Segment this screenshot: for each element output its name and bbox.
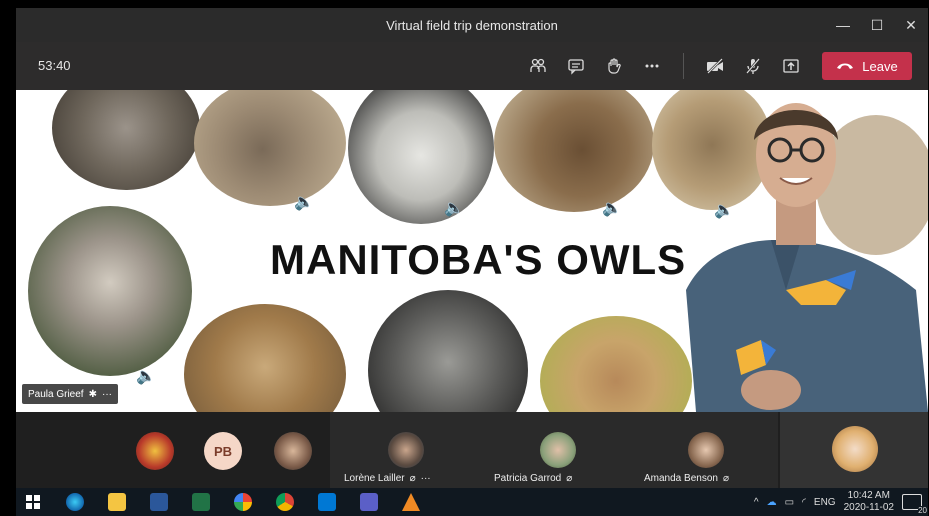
hand-icon	[608, 58, 621, 74]
avatar-initials: PB	[213, 443, 233, 459]
notification-count: 20	[918, 506, 927, 515]
wifi-icon[interactable]: ◜	[802, 497, 806, 508]
meeting-toolbar: 53:40 Leave	[16, 42, 928, 90]
vlc-icon[interactable]	[402, 493, 420, 511]
presenter-name: Paula Grieef	[28, 388, 84, 400]
window-title: Virtual field trip demonstration	[386, 17, 558, 33]
presenter-name-tag: Paula Grieef ✱ ···	[22, 384, 118, 404]
share-screen-button[interactable]	[776, 52, 806, 80]
chevron-up-icon[interactable]: ^	[754, 497, 759, 508]
participant-tile[interactable]: Patricia Garrod ⌀	[482, 412, 632, 488]
chat-button[interactable]	[561, 52, 591, 80]
participant-avatar	[832, 426, 878, 472]
participant-tile-self[interactable]	[780, 412, 928, 488]
participant-avatar	[688, 432, 724, 468]
battery-icon[interactable]: ▭	[785, 497, 794, 508]
minimize-button[interactable]: —	[826, 8, 860, 42]
clock[interactable]: 10:42 AM 2020-11-02	[844, 490, 894, 514]
participant-avatar	[540, 432, 576, 468]
window-controls: — ☐ ✕	[826, 8, 928, 42]
audio-icon: 🔈	[602, 200, 622, 217]
slide-title: MANITOBA'S OWLS	[270, 236, 687, 283]
toolbar-divider	[683, 53, 684, 79]
excel-icon[interactable]	[192, 493, 210, 511]
raise-hand-button[interactable]	[599, 52, 629, 80]
owl-photo	[184, 304, 346, 412]
owl-photo	[368, 290, 528, 412]
edge-icon[interactable]	[66, 493, 84, 511]
participant-avatar[interactable]	[274, 432, 312, 470]
leave-label: Leave	[862, 58, 898, 74]
camera-toggle-button[interactable]	[700, 52, 730, 80]
chat-icon	[568, 59, 584, 75]
notification-icon[interactable]: 20	[902, 494, 927, 515]
participant-name: Patricia Garrod	[494, 473, 562, 484]
participant-avatar	[388, 432, 424, 468]
participant-tile[interactable]: Amanda Benson ⌀	[632, 412, 778, 488]
language-indicator[interactable]: ENG	[814, 497, 836, 508]
system-tray: ^ ☁ ▭ ◜ ENG 10:42 AM 2020-11-02 20	[754, 488, 927, 516]
cloud-icon[interactable]: ☁	[767, 497, 777, 508]
mic-off-icon: ⌀	[409, 473, 416, 484]
chrome-icon[interactable]	[276, 493, 294, 511]
participant-avatar[interactable]: PB	[204, 432, 242, 470]
participant-name: Lorène Lailler	[344, 473, 405, 484]
google-icon[interactable]	[234, 493, 252, 511]
app-window: Virtual field trip demonstration — ☐ ✕ 5…	[0, 0, 929, 516]
file-explorer-icon[interactable]	[108, 493, 126, 511]
windows-taskbar: ^ ☁ ▭ ◜ ENG 10:42 AM 2020-11-02 20	[16, 488, 928, 516]
owl-photo	[194, 90, 346, 206]
people-icon	[530, 58, 546, 72]
hang-up-icon	[837, 63, 854, 69]
shared-screen-stage: 🔈 🔈 🔈 🔈 🔈 MANITOBA'S OWLS Paula Grieef ✱…	[16, 90, 928, 412]
audio-icon: 🔈	[294, 194, 314, 211]
mic-off-icon: ⌀	[722, 473, 729, 484]
owl-photo	[52, 90, 200, 190]
more-options-icon[interactable]: ···	[102, 389, 112, 400]
teams-icon[interactable]	[360, 493, 378, 511]
owl-photo	[28, 206, 192, 376]
audio-icon: 🔈	[136, 368, 156, 385]
title-bar: Virtual field trip demonstration — ☐ ✕	[16, 8, 928, 42]
word-icon[interactable]	[150, 493, 168, 511]
more-actions-button[interactable]	[637, 52, 667, 80]
mic-toggle-button[interactable]	[738, 52, 768, 80]
share-icon	[783, 59, 799, 73]
participant-name: Amanda Benson	[644, 473, 718, 484]
participants-button[interactable]	[523, 52, 553, 80]
clock-time: 10:42 AM	[847, 490, 890, 501]
presenter-video	[686, 103, 928, 412]
mic-off-icon: ⌀	[566, 473, 573, 484]
owl-photo	[494, 90, 654, 212]
participant-strip: PB Lorène Lailler ⌀ ··· Patricia Garrod …	[16, 412, 928, 488]
owl-photo	[540, 316, 692, 412]
participant-tile[interactable]: Lorène Lailler ⌀ ···	[330, 412, 482, 488]
owl-photo	[348, 90, 494, 224]
maximize-button[interactable]: ☐	[860, 8, 894, 42]
clock-date: 2020-11-02	[843, 502, 894, 513]
participant-avatar[interactable]	[136, 432, 174, 470]
audio-icon: 🔈	[444, 200, 464, 217]
meeting-timer: 53:40	[38, 58, 71, 73]
leave-button[interactable]: Leave	[822, 52, 912, 80]
close-button[interactable]: ✕	[894, 8, 928, 42]
camera-off-icon	[707, 58, 723, 74]
more-icon	[645, 64, 659, 68]
mic-off-icon	[746, 58, 760, 74]
outlook-icon[interactable]	[318, 493, 336, 511]
windows-start-icon[interactable]	[26, 495, 40, 509]
pin-icon[interactable]: ✱	[89, 389, 97, 400]
more-options-icon[interactable]: ···	[421, 473, 431, 484]
